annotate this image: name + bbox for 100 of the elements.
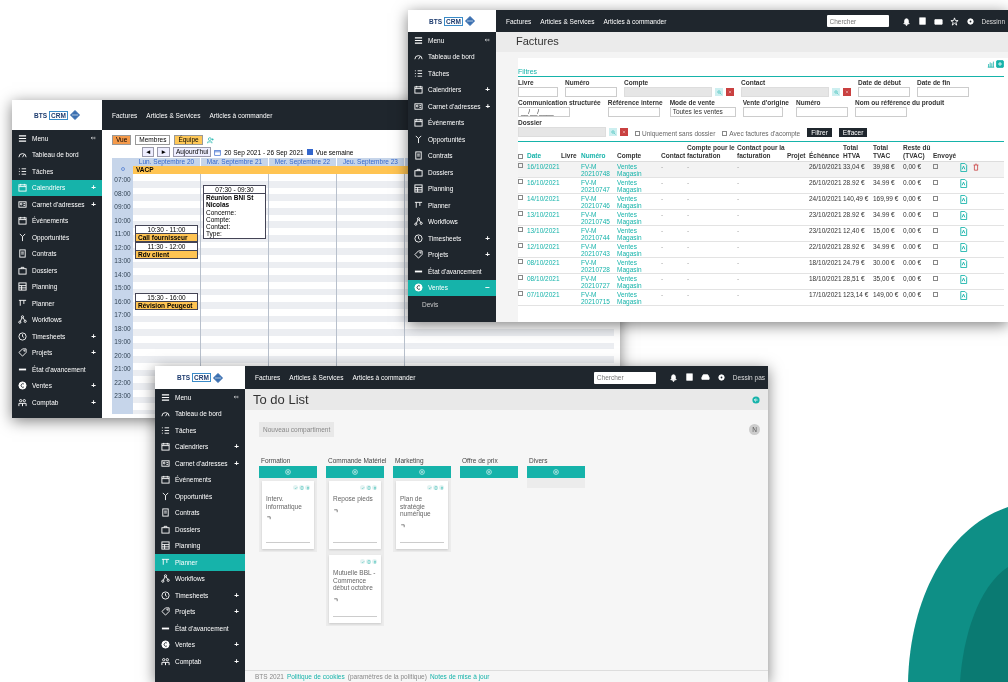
gauge-icon xyxy=(18,150,27,160)
expand-toggle[interactable]: + xyxy=(234,607,239,617)
expand-toggle[interactable]: + xyxy=(91,331,96,341)
document-icon xyxy=(917,16,927,26)
calendar-icon xyxy=(18,183,27,193)
checkbox[interactable] xyxy=(518,154,523,159)
expand-toggle[interactable]: + xyxy=(485,250,490,260)
add-card-button[interactable] xyxy=(527,466,585,478)
delete-icon xyxy=(372,485,377,490)
checkbox[interactable] xyxy=(722,131,728,136)
expand-toggle[interactable]: + xyxy=(234,656,239,666)
checkbox[interactable] xyxy=(518,275,523,280)
input-field[interactable] xyxy=(624,87,712,97)
expand-toggle[interactable]: + xyxy=(91,381,96,391)
nodes-icon xyxy=(414,217,423,227)
input-field[interactable] xyxy=(858,87,910,97)
clear-button[interactable] xyxy=(843,88,851,96)
add-circle-icon xyxy=(352,469,358,475)
delete-button[interactable] xyxy=(439,485,444,490)
diamond-logo-icon xyxy=(464,16,475,26)
search-button[interactable] xyxy=(832,88,840,96)
check-button[interactable] xyxy=(360,559,365,564)
expand-toggle[interactable]: + xyxy=(91,199,96,209)
add-card-button[interactable] xyxy=(460,466,518,478)
add-circle-icon xyxy=(285,469,291,475)
expand-toggle[interactable]: + xyxy=(234,442,239,452)
checkbox[interactable] xyxy=(518,163,523,168)
copy-button[interactable] xyxy=(366,485,371,490)
card-column-background xyxy=(527,478,585,488)
nodes-icon xyxy=(161,574,170,584)
bracket-icon xyxy=(400,522,406,529)
check-button[interactable] xyxy=(427,485,432,490)
checkbox[interactable] xyxy=(306,149,313,155)
checkbox[interactable] xyxy=(518,291,523,296)
checkbox[interactable] xyxy=(933,164,938,169)
pdf-file-icon xyxy=(959,259,968,268)
search-icon xyxy=(833,89,839,95)
input-field[interactable] xyxy=(917,87,969,97)
expand-toggle[interactable]: + xyxy=(91,348,96,358)
checkbox[interactable] xyxy=(518,259,523,264)
collapse-arrow-icon xyxy=(233,393,239,400)
expand-toggle[interactable]: + xyxy=(485,101,491,111)
euro-coin-icon xyxy=(414,283,423,293)
checkbox[interactable] xyxy=(933,276,938,281)
delete-button[interactable] xyxy=(372,559,377,564)
search-button[interactable] xyxy=(609,128,617,136)
calendar-icon xyxy=(214,148,222,156)
branch-icon xyxy=(414,134,423,144)
checkbox[interactable] xyxy=(635,131,640,136)
expand-toggle[interactable]: + xyxy=(234,640,239,650)
checkbox[interactable] xyxy=(518,211,523,216)
car-icon xyxy=(700,373,710,382)
expand-toggle[interactable]: + xyxy=(485,233,490,243)
checkbox[interactable] xyxy=(518,195,523,200)
input-field[interactable] xyxy=(855,107,907,117)
briefcase-icon xyxy=(18,265,27,275)
document-icon xyxy=(161,508,170,518)
add-card-button[interactable] xyxy=(259,466,317,478)
search-button[interactable] xyxy=(715,88,723,96)
checkbox[interactable] xyxy=(933,228,938,233)
checkbox[interactable] xyxy=(518,227,523,232)
checkbox[interactable] xyxy=(933,292,938,297)
checkbox[interactable] xyxy=(933,244,938,249)
input-field[interactable] xyxy=(741,87,829,97)
input-field[interactable] xyxy=(607,107,660,117)
expand-toggle[interactable]: + xyxy=(234,590,239,600)
add-circle-icon xyxy=(419,469,425,475)
checkbox[interactable] xyxy=(518,243,523,248)
input-field[interactable] xyxy=(796,107,848,117)
page-title: To do List xyxy=(253,392,309,407)
add-card-button[interactable] xyxy=(393,466,451,478)
columns-icon xyxy=(18,298,27,308)
check-button[interactable] xyxy=(360,485,365,490)
pdf-file-icon xyxy=(959,275,968,284)
dropdown[interactable] xyxy=(742,107,783,117)
calendar-icon xyxy=(414,118,423,128)
clear-button[interactable] xyxy=(620,128,628,136)
copy-button[interactable] xyxy=(299,485,304,490)
delete-button[interactable] xyxy=(305,485,310,490)
checkbox[interactable] xyxy=(933,196,938,201)
checkbox[interactable] xyxy=(933,212,938,217)
input-field[interactable] xyxy=(565,87,617,97)
pdf-file-icon xyxy=(959,291,968,300)
checkbox[interactable] xyxy=(518,179,523,184)
input-field[interactable] xyxy=(518,127,606,137)
page-title: Factures xyxy=(496,32,1008,52)
checkbox[interactable] xyxy=(933,260,938,265)
clock-icon xyxy=(414,233,423,243)
expand-toggle[interactable]: + xyxy=(485,85,490,95)
expand-toggle[interactable]: + xyxy=(91,397,96,407)
delete-button[interactable] xyxy=(372,485,377,490)
add-card-button[interactable] xyxy=(326,466,384,478)
check-button[interactable] xyxy=(293,485,298,490)
clear-button[interactable] xyxy=(726,88,734,96)
checkbox[interactable] xyxy=(933,180,938,185)
expand-toggle[interactable]: + xyxy=(234,458,239,468)
dropdown[interactable] xyxy=(518,87,558,97)
copy-button[interactable] xyxy=(433,485,438,490)
search-icon xyxy=(610,129,616,135)
copy-button[interactable] xyxy=(366,559,371,564)
